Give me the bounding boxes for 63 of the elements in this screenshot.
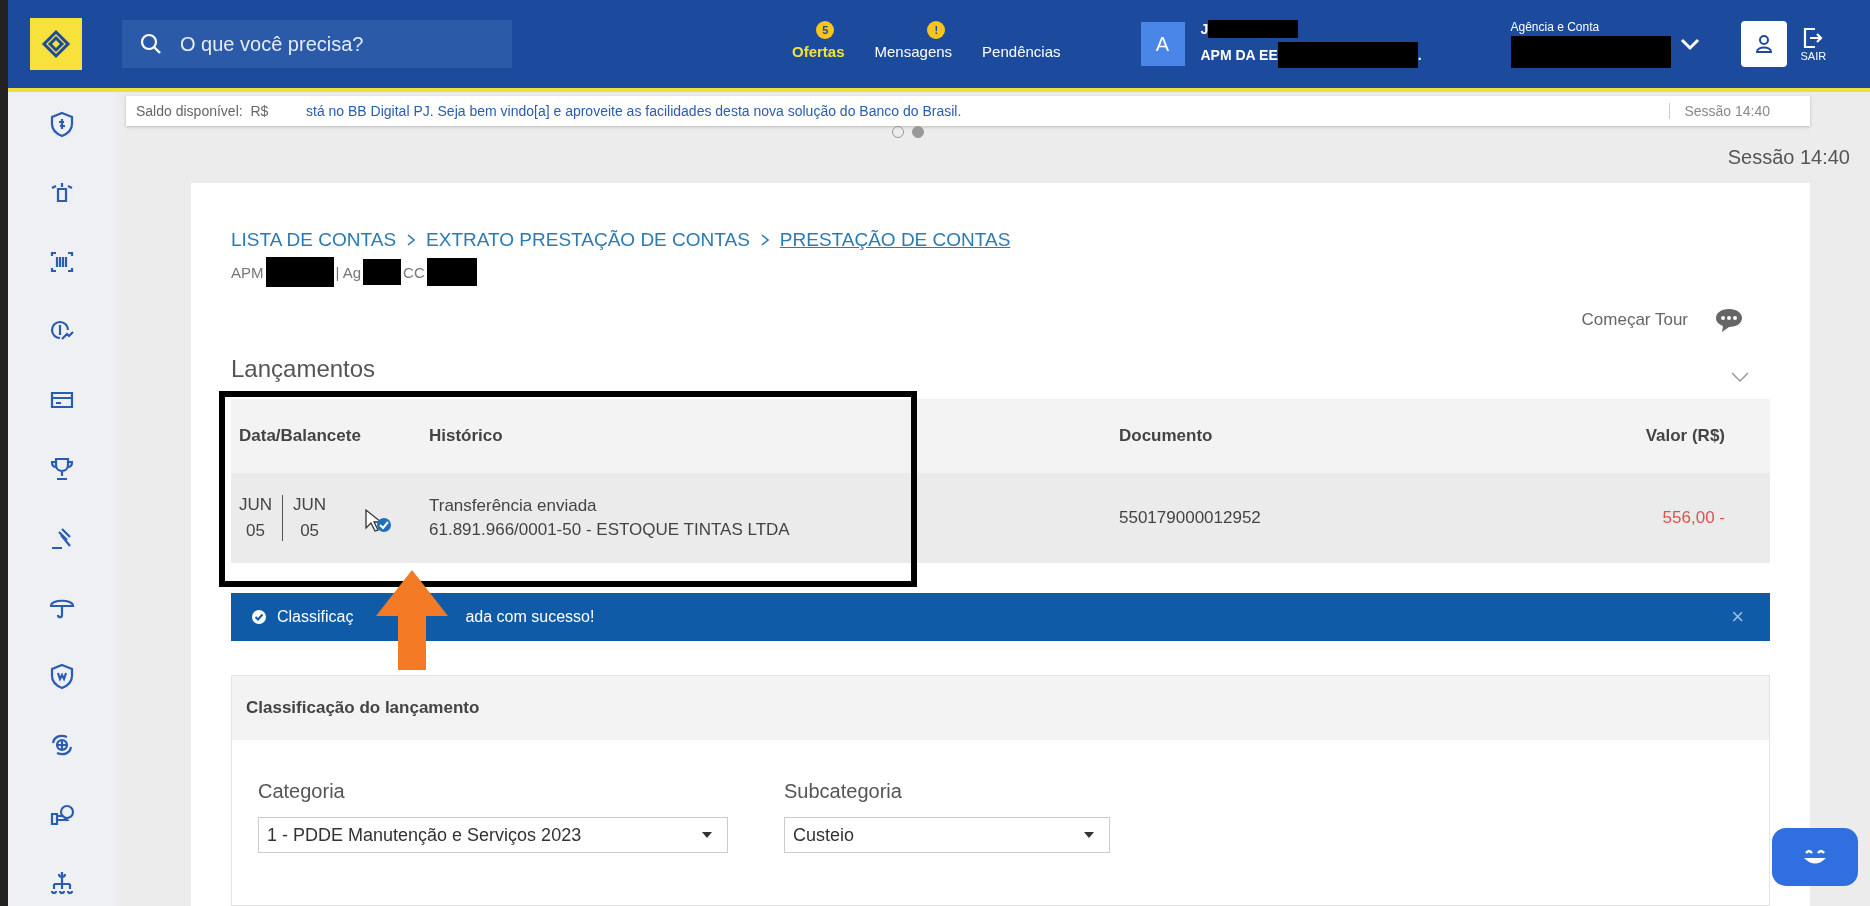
panel-title: Classificação do lançamento bbox=[246, 698, 480, 718]
date-cell: JUN 05 bbox=[282, 495, 337, 541]
redaction-bar bbox=[363, 259, 402, 285]
breadcrumb-link[interactable]: PRESTAÇÃO DE CONTAS bbox=[779, 229, 1011, 251]
trophy-icon[interactable] bbox=[48, 455, 76, 483]
column-header: Valor (R$) bbox=[1644, 426, 1726, 446]
redaction-bar bbox=[426, 258, 477, 286]
search-icon bbox=[140, 33, 162, 55]
breadcrumb-link[interactable]: EXTRATO PRESTAÇÃO DE CONTAS bbox=[426, 229, 750, 251]
profile-button[interactable] bbox=[1740, 21, 1787, 67]
breadcrumb-link[interactable]: LISTA DE CONTAS bbox=[231, 229, 397, 251]
chat-bubble-icon[interactable] bbox=[1714, 307, 1744, 333]
person-icon bbox=[1753, 34, 1774, 54]
alert-text: ada com sucesso! bbox=[465, 608, 595, 626]
chevron-right-icon bbox=[406, 234, 417, 246]
column-header: Data/Balancete bbox=[238, 426, 362, 446]
hierarchy-icon[interactable] bbox=[48, 869, 76, 897]
ticker-message: stá no BB Digital PJ. Seja bem vindo[a] e aproveite as facilidades desta nova solução do Banco do Brasil. bbox=[306, 103, 963, 119]
logout-button[interactable]: SAIR bbox=[1800, 26, 1827, 62]
table-cell-text: 550179000012952 bbox=[1119, 508, 1262, 528]
caret-icon bbox=[1083, 831, 1095, 839]
company-name: APM DA EE bbox=[1200, 47, 1278, 63]
column-header: Documento bbox=[1119, 426, 1214, 446]
start-tour-link[interactable]: Começar Tour bbox=[1581, 310, 1688, 330]
session-timer: Sessão 14:40 bbox=[1669, 103, 1810, 119]
shield-dollar-icon[interactable] bbox=[48, 110, 76, 138]
shield-icon[interactable] bbox=[48, 662, 76, 690]
user-name: J bbox=[1200, 21, 1209, 37]
exit-icon bbox=[1802, 26, 1825, 50]
dropdown-field[interactable]: 1 - PDDE Manutenção e Serviços 2023 bbox=[258, 817, 728, 853]
search-field[interactable]: O que você precisa? bbox=[180, 20, 494, 68]
search-bar[interactable]: O que você precisa? bbox=[122, 20, 512, 68]
table-cell-text: Transferência enviada 61.891.966/0001-50 - ESTOQUE TINTAS LTDA bbox=[429, 496, 791, 540]
dropdown-field[interactable]: Custeio bbox=[784, 817, 1110, 853]
redaction-bar bbox=[265, 257, 334, 287]
user-avatar[interactable]: A bbox=[1140, 22, 1185, 66]
account-label: Agência e Conta bbox=[1510, 20, 1601, 34]
notification-badge: 5 bbox=[816, 20, 835, 39]
cursor-check-icon bbox=[364, 508, 393, 534]
table-cell-text: 556,00 - bbox=[1661, 508, 1726, 528]
bank-logo-icon[interactable] bbox=[30, 18, 82, 70]
balance-label: Saldo disponível: R$ bbox=[135, 103, 270, 119]
account-text: | Ag bbox=[335, 263, 362, 281]
nav-tab[interactable]: Pendências bbox=[982, 42, 1061, 60]
caret-icon bbox=[701, 831, 713, 839]
carousel-dot[interactable] bbox=[912, 126, 924, 138]
date-cell-text: JUN 05 bbox=[239, 495, 274, 541]
notification-badge: ! bbox=[927, 20, 946, 39]
field-label: Categoria bbox=[258, 780, 346, 803]
section-title: Lançamentos bbox=[231, 355, 376, 383]
session-timer: Sessão 14:40 bbox=[1727, 146, 1850, 169]
close-button[interactable]: × bbox=[1725, 603, 1750, 631]
account-text: CC bbox=[403, 263, 425, 281]
table-row[interactable]: JUN 05 JUN 05 Transferência enviada 61.891.966/0001-50 - ESTOQUE TINTAS LTDA 550179000012952 556,00 - bbox=[231, 473, 1770, 563]
alert-text: Classificaç bbox=[277, 608, 354, 626]
column-header: Histórico bbox=[429, 426, 504, 446]
account-text: APM bbox=[231, 263, 264, 281]
check-circle-icon bbox=[251, 609, 267, 625]
chevron-right-icon bbox=[759, 234, 770, 246]
chevron-down-icon[interactable] bbox=[1678, 37, 1701, 51]
chatbot-button[interactable] bbox=[1772, 828, 1858, 886]
field-label: Subcategoria bbox=[784, 780, 903, 803]
company-name-end: . bbox=[1417, 47, 1422, 63]
